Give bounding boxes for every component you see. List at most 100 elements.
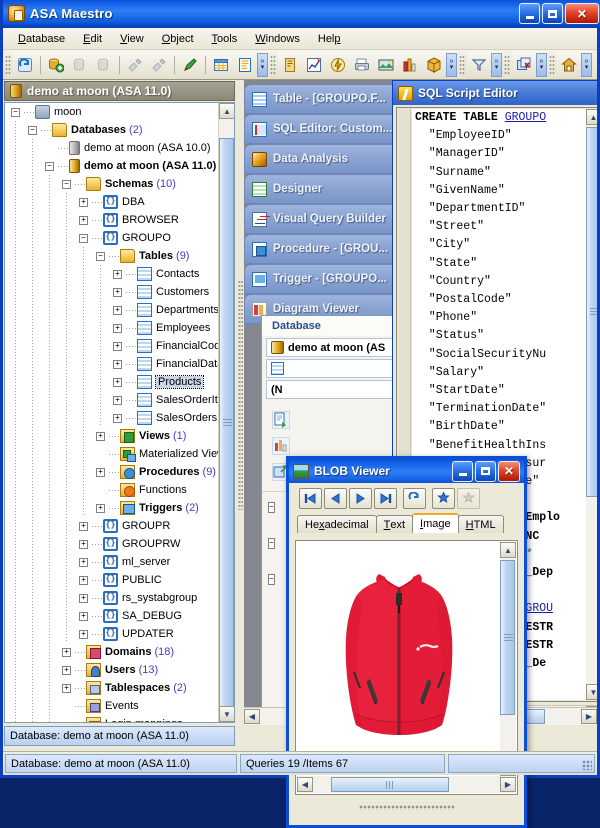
scroll-thumb[interactable] [500, 560, 515, 715]
expand-icon[interactable]: + [79, 540, 88, 549]
refresh-icon[interactable] [14, 54, 36, 76]
tree-node-demo-at-moon-asa-10-0[interactable]: demo at moon (ASA 10.0) [5, 139, 219, 157]
tree-node-sa-debug[interactable]: +{}SA_DEBUG [5, 607, 219, 625]
first-record-button[interactable] [299, 488, 322, 509]
collapse-icon[interactable]: − [268, 502, 275, 513]
scroll-down-button[interactable]: ▼ [219, 706, 235, 722]
expand-icon[interactable]: + [96, 504, 105, 513]
visual-query-builder-icon[interactable] [303, 54, 325, 76]
expand-icon[interactable]: + [96, 468, 105, 477]
expand-icon[interactable]: + [113, 342, 122, 351]
tree-node-financialcodes[interactable]: +FinancialCodes [5, 337, 219, 355]
vertical-splitter[interactable] [237, 80, 244, 725]
collapse-icon[interactable]: − [11, 108, 20, 117]
expand-icon[interactable]: + [79, 216, 88, 225]
filter-icon[interactable] [468, 54, 490, 76]
unregister-database-icon[interactable] [93, 54, 115, 76]
expand-icon[interactable]: + [113, 324, 122, 333]
hscroll-track[interactable] [313, 777, 500, 792]
tree-node-updater[interactable]: +{}UPDATER [5, 625, 219, 643]
tree-node-contacts[interactable]: +Contacts [5, 265, 219, 283]
menu-tools[interactable]: Tools [203, 30, 247, 48]
expand-icon[interactable]: + [79, 198, 88, 207]
tree-node-tables[interactable]: −Tables(9) [5, 247, 219, 265]
chart-icon[interactable] [272, 437, 290, 455]
scroll-up-button[interactable]: ▲ [586, 109, 597, 125]
expand-icon[interactable]: + [79, 576, 88, 585]
menu-help[interactable]: Help [309, 30, 350, 48]
toolbar-grip[interactable] [504, 55, 510, 75]
scroll-thumb[interactable] [331, 777, 449, 792]
collapse-icon[interactable]: − [268, 574, 275, 585]
scroll-thumb[interactable] [219, 138, 234, 708]
tab-text[interactable]: Text [376, 515, 413, 533]
blob-vertical-scrollbar[interactable]: ▲ ▼ [500, 542, 516, 776]
tree-node-schemas[interactable]: −Schemas(10) [5, 175, 219, 193]
blob-minimize-button[interactable] [452, 461, 473, 482]
tree-node-domains[interactable]: +Domains(18) [5, 643, 219, 661]
scroll-left-button[interactable]: ◀ [297, 777, 313, 792]
pen-tool-icon[interactable] [179, 54, 201, 76]
report-designer-icon[interactable] [375, 54, 397, 76]
connect-icon[interactable] [124, 54, 146, 76]
tree-node-employees[interactable]: +Employees [5, 319, 219, 337]
export-icon[interactable] [272, 411, 290, 429]
tree-node-rs-systabgroup[interactable]: +{}rs_systabgroup [5, 589, 219, 607]
tree-node-salesorderitems[interactable]: +SalesOrderItems [5, 391, 219, 409]
expand-icon[interactable]: + [113, 378, 122, 387]
tree-node-products[interactable]: +Products [5, 373, 219, 391]
collapse-icon[interactable]: − [268, 538, 275, 549]
expand-icon[interactable]: + [62, 666, 71, 675]
tab-hexadecimal[interactable]: Hexadecimal [297, 515, 377, 533]
tree-node-customers[interactable]: +Customers [5, 283, 219, 301]
menu-object[interactable]: Object [153, 30, 203, 48]
scroll-thumb[interactable] [586, 127, 597, 497]
tree-node-groupr[interactable]: +{}GROUPR [5, 517, 219, 535]
expand-icon[interactable]: + [113, 396, 122, 405]
resize-grip[interactable] [582, 760, 592, 770]
toolbar-overflow-button[interactable]: »▾ [581, 53, 592, 77]
tree-node-dba[interactable]: +{}DBA [5, 193, 219, 211]
tree-node-salesorders[interactable]: +SalesOrders [5, 409, 219, 427]
tree-node-ml-server[interactable]: +{}ml_server [5, 553, 219, 571]
tree-node-procedures[interactable]: +Procedures(9) [5, 463, 219, 481]
explorer-tree[interactable]: −moon−Databases(2)demo at moon (ASA 10.0… [4, 102, 235, 723]
menu-edit[interactable]: Edit [74, 30, 111, 48]
home-icon[interactable] [558, 54, 580, 76]
collapse-icon[interactable]: − [62, 180, 71, 189]
next-record-button[interactable] [349, 488, 372, 509]
expand-icon[interactable]: + [79, 558, 88, 567]
toolbar-overflow-button[interactable]: »▾ [536, 53, 547, 77]
refresh-button[interactable] [403, 488, 426, 509]
scroll-right-button[interactable]: ▶ [500, 777, 516, 792]
menu-view[interactable]: View [111, 30, 153, 48]
expand-icon[interactable]: + [79, 594, 88, 603]
print-icon[interactable] [351, 54, 373, 76]
expand-icon[interactable]: + [113, 360, 122, 369]
sql-editor-icon[interactable] [234, 54, 256, 76]
toolbar-overflow-button[interactable]: »▾ [257, 53, 268, 77]
expand-icon[interactable]: + [96, 432, 105, 441]
new-database-icon[interactable] [45, 54, 67, 76]
tree-node-groupo[interactable]: −{}GROUPO [5, 229, 219, 247]
toolbar-grip[interactable] [549, 55, 555, 75]
script-editor-icon[interactable] [279, 54, 301, 76]
tree-node-financialdata[interactable]: +FinancialData [5, 355, 219, 373]
tree-node-public[interactable]: +{}PUBLIC [5, 571, 219, 589]
tree-node-moon[interactable]: −moon [5, 103, 219, 121]
scroll-right-button[interactable]: ▶ [581, 709, 597, 724]
minimize-button[interactable] [519, 3, 540, 24]
last-record-button[interactable] [374, 488, 397, 509]
expand-icon[interactable]: + [62, 684, 71, 693]
collapse-icon[interactable]: − [45, 162, 54, 171]
expand-icon[interactable]: + [79, 612, 88, 621]
tree-node-grouprw[interactable]: +{}GROUPRW [5, 535, 219, 553]
data-cube-icon[interactable] [423, 54, 445, 76]
expand-icon[interactable]: + [113, 306, 122, 315]
maximize-button[interactable] [542, 3, 563, 24]
tree-node-browser[interactable]: +{}BROWSER [5, 211, 219, 229]
blob-horizontal-scrollbar[interactable]: ◀ ▶ [297, 776, 516, 793]
blob-maximize-button[interactable] [475, 461, 496, 482]
scroll-up-button[interactable]: ▲ [500, 542, 516, 558]
expand-icon[interactable]: + [113, 414, 122, 423]
